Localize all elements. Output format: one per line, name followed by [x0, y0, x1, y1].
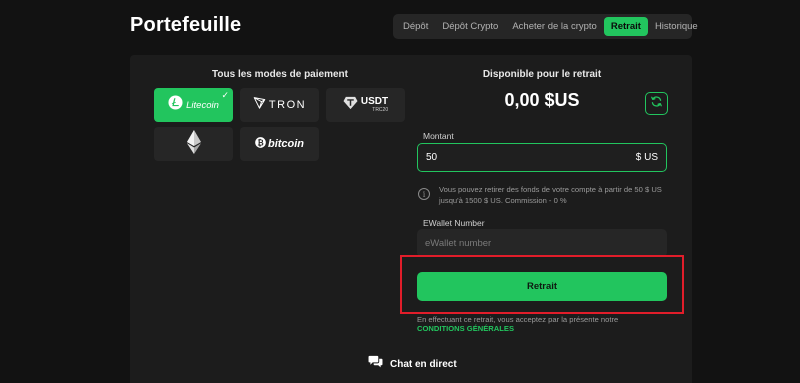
- terms-link[interactable]: CONDITIONS GÉNÉRALES: [417, 324, 514, 333]
- tab-buy-crypto[interactable]: Acheter de la crypto: [505, 17, 604, 36]
- litecoin-label: Litecoin: [186, 99, 219, 111]
- check-icon: ✓: [221, 90, 229, 100]
- payment-method-litecoin[interactable]: Litecoin ✓: [154, 88, 233, 122]
- tron-label: TRON: [268, 99, 307, 111]
- tether-icon: [343, 96, 358, 115]
- bitcoin-label: bitcoin: [267, 138, 305, 150]
- payment-method-tron[interactable]: TRON: [240, 88, 319, 122]
- tab-withdraw[interactable]: Retrait: [603, 17, 648, 36]
- refresh-icon: [650, 95, 663, 113]
- refresh-button[interactable]: [645, 92, 668, 115]
- amount-value: 50: [426, 152, 438, 163]
- ethereum-icon: [186, 129, 201, 159]
- usdt-label: USDT: [360, 96, 389, 107]
- ewallet-label: EWallet Number: [423, 218, 485, 228]
- withdraw-limits-info: Vous pouvez retirer des fonds de votre c…: [439, 185, 662, 205]
- available-balance: 0,00 $US: [504, 90, 580, 110]
- withdraw-button[interactable]: Retrait: [417, 272, 667, 301]
- bitcoin-icon: ₿: [255, 135, 266, 153]
- live-chat-button[interactable]: Chat en direct: [368, 355, 457, 373]
- usdt-network-label: TRC20: [372, 107, 389, 113]
- info-icon: i: [418, 188, 430, 200]
- amount-currency: $ US: [635, 152, 658, 163]
- tron-icon: [253, 96, 266, 114]
- tab-crypto-deposit[interactable]: Dépôt Crypto: [435, 17, 505, 36]
- ewallet-number-input[interactable]: [417, 229, 667, 257]
- svg-text:₿: ₿: [257, 138, 263, 147]
- wallet-tabs: Dépôt Dépôt Crypto Acheter de la crypto …: [393, 14, 698, 39]
- chat-icon: [368, 355, 383, 373]
- payment-method-bitcoin[interactable]: ₿ bitcoin: [240, 127, 319, 161]
- available-title: Disponible pour le retrait: [482, 69, 602, 80]
- payment-methods-title: Tous les modes de paiement: [212, 69, 348, 80]
- amount-label: Montant: [423, 131, 454, 141]
- usdt-text: USDT TRC20: [361, 97, 388, 113]
- withdraw-panel: Tous les modes de paiement Litecoin ✓ TR…: [130, 55, 692, 383]
- chat-label: Chat en direct: [390, 358, 457, 370]
- tab-history[interactable]: Historique: [648, 17, 705, 36]
- payment-method-usdt[interactable]: USDT TRC20: [326, 88, 405, 122]
- page-title: Portefeuille: [130, 14, 242, 36]
- litecoin-icon: [168, 95, 183, 115]
- tab-deposit[interactable]: Dépôt: [396, 17, 435, 36]
- payment-method-ethereum[interactable]: [154, 127, 233, 161]
- amount-input[interactable]: 50 $ US: [417, 143, 667, 172]
